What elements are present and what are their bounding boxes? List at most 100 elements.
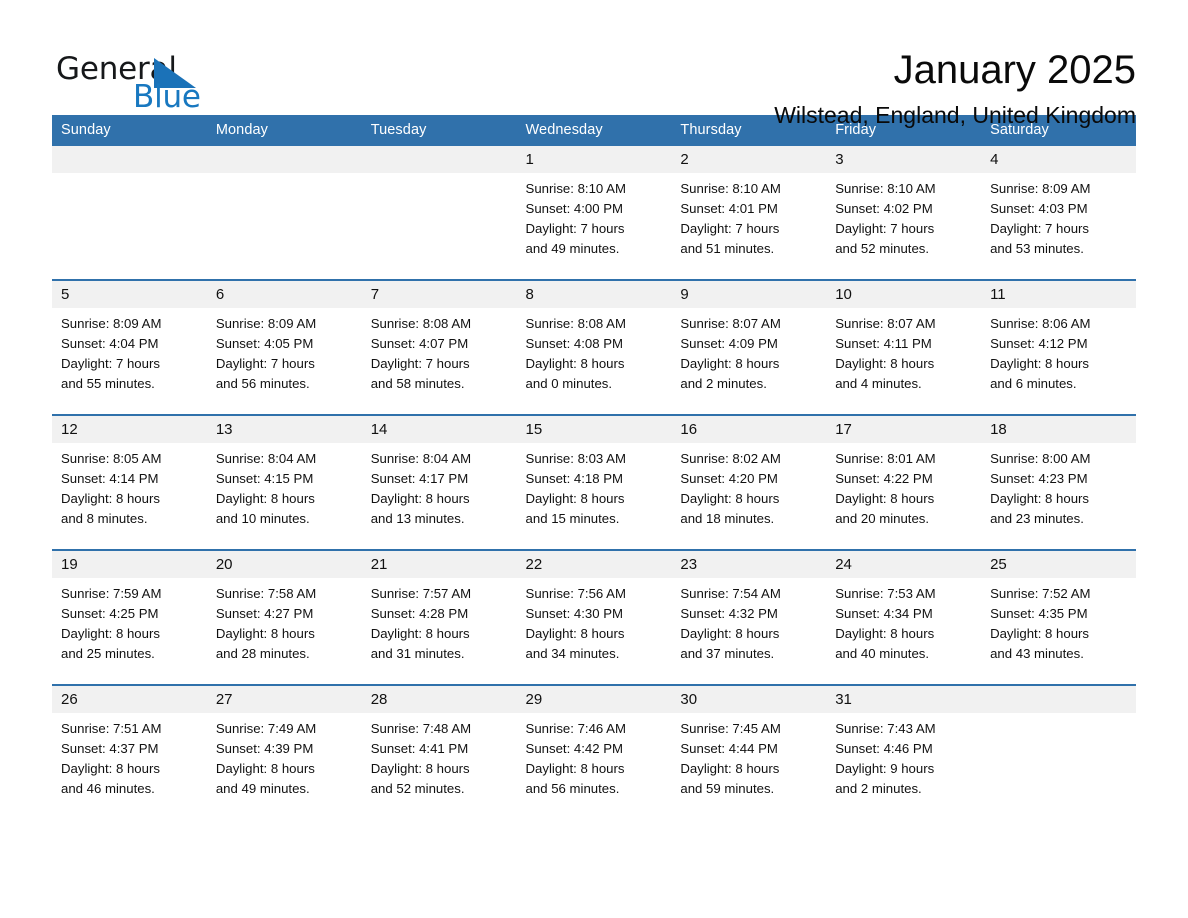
calendar-day-cell[interactable]: 8 Sunrise: 8:08 AM Sunset: 4:08 PM Daylight…	[516, 279, 672, 415]
calendar-body: 1 Sunrise: 8:10 AM Sunset: 4:00 PM Daylight…	[52, 146, 1136, 819]
daylight-text: Daylight: 7 hours	[835, 221, 935, 236]
day-number: 26	[52, 686, 207, 713]
calendar-day-cell[interactable]: 13 Sunrise: 8:04 AM Sunset: 4:15 PM Dayligh…	[206, 414, 362, 550]
calendar-day-cell[interactable]: 18 Sunrise: 8:00 AM Sunset: 4:23 PM Dayligh…	[981, 414, 1136, 550]
daylight-text: Daylight: 8 hours	[835, 626, 935, 641]
sunrise-text: Sunrise: 7:57 AM	[370, 586, 472, 601]
calendar-day-cell[interactable]: 15 Sunrise: 8:03 AM Sunset: 4:18 PM Dayligh…	[516, 414, 672, 550]
sunrise-text: Sunrise: 8:07 AM	[680, 316, 781, 331]
daylight-text: Daylight: 8 hours	[990, 626, 1090, 641]
sunset-text: Sunset: 4:01 PM	[680, 201, 778, 216]
sunrise-text: Sunrise: 8:02 AM	[680, 451, 781, 466]
calendar-day-cell[interactable]: 30 Sunrise: 7:45 AM Sunset: 4:44 PM Dayligh…	[671, 684, 827, 819]
calendar-day-cell[interactable]: 27 Sunrise: 7:49 AM Sunset: 4:39 PM Dayligh…	[206, 684, 362, 819]
calendar-day-cell[interactable]: 1 Sunrise: 8:10 AM Sunset: 4:00 PM Daylight…	[516, 146, 672, 280]
title-block: January 2025 Wilstead, England, United K…	[252, 46, 1136, 130]
calendar-week-row: 5 Sunrise: 8:09 AM Sunset: 4:04 PM Daylight…	[52, 279, 1136, 415]
sunset-text: Sunset: 4:41 PM	[370, 741, 469, 756]
daylight-text: Daylight: 8 hours	[680, 356, 780, 371]
day-details: Sunrise: 8:02 AM Sunset: 4:20 PM Daylight:…	[671, 443, 826, 529]
sunset-text: Sunset: 4:22 PM	[835, 471, 933, 486]
calendar-day-cell[interactable]: 19 Sunrise: 7:59 AM Sunset: 4:25 PM Dayligh…	[52, 549, 207, 685]
day-details: Sunrise: 8:10 AM Sunset: 4:01 PM Daylight:…	[671, 173, 826, 259]
daylight-text: Daylight: 8 hours	[990, 356, 1090, 371]
day-details: Sunrise: 7:54 AM Sunset: 4:32 PM Daylight:…	[671, 578, 826, 664]
day-details: Sunrise: 8:07 AM Sunset: 4:11 PM Daylight:…	[826, 308, 981, 394]
sunrise-text: Sunrise: 7:59 AM	[61, 586, 162, 601]
day-number: 11	[981, 281, 1136, 308]
sunrise-text: Sunrise: 8:10 AM	[525, 181, 626, 196]
calendar-day-cell[interactable]: 3 Sunrise: 8:10 AM Sunset: 4:02 PM Daylight…	[826, 146, 982, 280]
sunset-text: Sunset: 4:30 PM	[525, 606, 624, 621]
calendar-day-cell[interactable]: 21 Sunrise: 7:57 AM Sunset: 4:28 PM Dayligh…	[361, 549, 517, 685]
calendar-week-row: 1 Sunrise: 8:10 AM Sunset: 4:00 PM Daylight…	[52, 146, 1136, 280]
daylight-text: Daylight: 7 hours	[61, 356, 160, 371]
sunrise-text: Sunrise: 8:03 AM	[525, 451, 626, 466]
calendar-day-cell[interactable]: 29 Sunrise: 7:46 AM Sunset: 4:42 PM Dayligh…	[516, 684, 672, 819]
calendar-day-cell[interactable]: 22 Sunrise: 7:56 AM Sunset: 4:30 PM Dayligh…	[516, 549, 672, 685]
calendar-day-cell[interactable]: 25 Sunrise: 7:52 AM Sunset: 4:35 PM Dayligh…	[981, 549, 1136, 685]
calendar-week-row: 12 Sunrise: 8:05 AM Sunset: 4:14 PM Dayligh…	[52, 414, 1136, 550]
daylight-text-cont: and 58 minutes.	[370, 376, 465, 391]
logo-text-blue: Blue	[133, 79, 201, 115]
sunset-text: Sunset: 4:42 PM	[525, 741, 624, 756]
day-number	[981, 686, 1136, 713]
calendar-day-cell[interactable]: 26 Sunrise: 7:51 AM Sunset: 4:37 PM Dayligh…	[52, 684, 207, 819]
calendar-day-cell[interactable]: 31 Sunrise: 7:43 AM Sunset: 4:46 PM Dayligh…	[826, 684, 982, 819]
day-details: Sunrise: 7:51 AM Sunset: 4:37 PM Daylight:…	[52, 713, 207, 799]
daylight-text-cont: and 18 minutes.	[680, 511, 775, 526]
daylight-text-cont: and 51 minutes.	[680, 241, 775, 256]
calendar-day-cell[interactable]: 4 Sunrise: 8:09 AM Sunset: 4:03 PM Daylight…	[981, 146, 1136, 280]
daylight-text-cont: and 10 minutes.	[215, 511, 310, 526]
daylight-text-cont: and 20 minutes.	[835, 511, 930, 526]
calendar-day-cell[interactable]: 23 Sunrise: 7:54 AM Sunset: 4:32 PM Dayligh…	[671, 549, 827, 685]
calendar-day-cell-empty	[52, 146, 207, 280]
sunset-text: Sunset: 4:09 PM	[680, 336, 778, 351]
day-number: 30	[671, 686, 827, 713]
sunrise-text: Sunrise: 8:09 AM	[215, 316, 317, 331]
calendar-day-cell[interactable]: 7 Sunrise: 8:08 AM Sunset: 4:07 PM Daylight…	[361, 279, 517, 415]
sunset-text: Sunset: 4:11 PM	[835, 336, 932, 351]
calendar-day-cell[interactable]: 2 Sunrise: 8:10 AM Sunset: 4:01 PM Daylight…	[671, 146, 827, 280]
page-title: January 2025	[893, 48, 1136, 92]
daylight-text: Daylight: 8 hours	[680, 761, 780, 776]
day-number: 25	[981, 551, 1136, 578]
calendar-day-cell[interactable]: 9 Sunrise: 8:07 AM Sunset: 4:09 PM Daylight…	[671, 279, 827, 415]
sunrise-text: Sunrise: 7:58 AM	[215, 586, 317, 601]
day-number: 27	[206, 686, 362, 713]
daylight-text-cont: and 6 minutes.	[990, 376, 1077, 391]
daylight-text: Daylight: 8 hours	[525, 626, 625, 641]
calendar-day-cell[interactable]: 17 Sunrise: 8:01 AM Sunset: 4:22 PM Dayligh…	[826, 414, 982, 550]
sunset-text: Sunset: 4:02 PM	[835, 201, 933, 216]
calendar-day-cell[interactable]: 6 Sunrise: 8:09 AM Sunset: 4:05 PM Daylight…	[206, 279, 362, 415]
calendar-day-cell[interactable]: 14 Sunrise: 8:04 AM Sunset: 4:17 PM Dayligh…	[361, 414, 517, 550]
day-number: 17	[826, 416, 982, 443]
calendar-day-cell[interactable]: 11 Sunrise: 8:06 AM Sunset: 4:12 PM Dayligh…	[981, 279, 1136, 415]
day-number: 21	[361, 551, 517, 578]
daylight-text: Daylight: 8 hours	[215, 491, 315, 506]
calendar-day-cell[interactable]: 24 Sunrise: 7:53 AM Sunset: 4:34 PM Dayligh…	[826, 549, 982, 685]
calendar-day-cell[interactable]: 5 Sunrise: 8:09 AM Sunset: 4:04 PM Daylight…	[52, 279, 207, 415]
calendar-day-cell[interactable]: 10 Sunrise: 8:07 AM Sunset: 4:11 PM Dayligh…	[826, 279, 982, 415]
calendar-day-cell[interactable]: 20 Sunrise: 7:58 AM Sunset: 4:27 PM Dayligh…	[206, 549, 362, 685]
day-number: 2	[671, 146, 827, 173]
day-number: 9	[671, 281, 827, 308]
calendar-day-cell[interactable]: 12 Sunrise: 8:05 AM Sunset: 4:14 PM Dayligh…	[52, 414, 207, 550]
day-number: 24	[826, 551, 982, 578]
day-number: 19	[52, 551, 207, 578]
calendar-day-cell[interactable]: 16 Sunrise: 8:02 AM Sunset: 4:20 PM Dayligh…	[671, 414, 827, 550]
day-details: Sunrise: 8:01 AM Sunset: 4:22 PM Daylight:…	[826, 443, 981, 529]
day-details: Sunrise: 7:46 AM Sunset: 4:42 PM Daylight:…	[517, 713, 672, 799]
daylight-text: Daylight: 8 hours	[525, 491, 625, 506]
sunrise-text: Sunrise: 7:53 AM	[835, 586, 936, 601]
sunrise-text: Sunrise: 8:10 AM	[835, 181, 936, 196]
calendar-day-cell[interactable]: 28 Sunrise: 7:48 AM Sunset: 4:41 PM Dayligh…	[361, 684, 517, 819]
daylight-text: Daylight: 8 hours	[61, 626, 160, 641]
sunrise-text: Sunrise: 8:08 AM	[525, 316, 626, 331]
day-number: 7	[361, 281, 517, 308]
sunset-text: Sunset: 4:34 PM	[835, 606, 933, 621]
daylight-text: Daylight: 8 hours	[680, 626, 780, 641]
daylight-text: Daylight: 8 hours	[370, 626, 470, 641]
sunrise-text: Sunrise: 7:43 AM	[835, 721, 936, 736]
sunset-text: Sunset: 4:23 PM	[990, 471, 1088, 486]
